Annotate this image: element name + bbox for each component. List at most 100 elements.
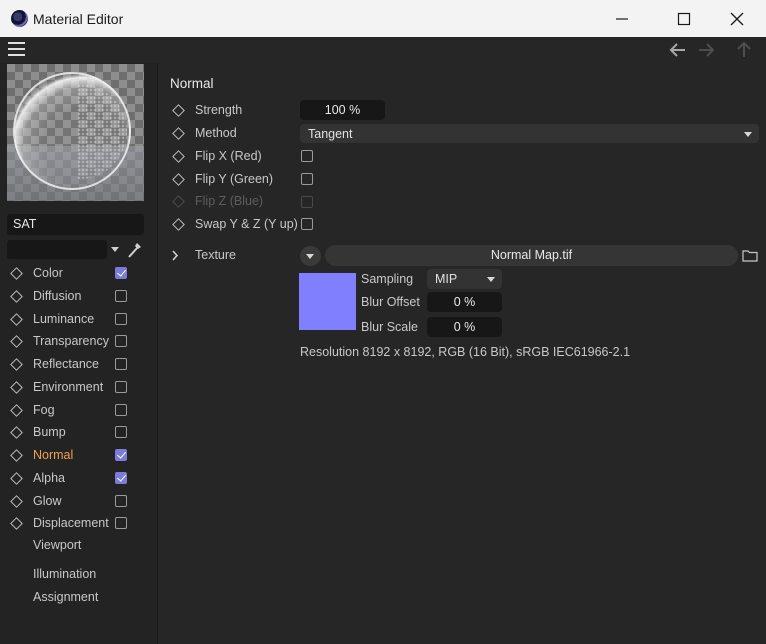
filter-dropdown-icon[interactable] — [111, 247, 119, 252]
arrow-up-icon[interactable] — [734, 40, 754, 60]
keyframe-icon[interactable] — [10, 471, 23, 485]
sidebar-item-fog[interactable]: Fog — [0, 399, 157, 421]
sidebar-item-luminance[interactable]: Luminance — [0, 308, 157, 330]
channel-filter-field[interactable] — [7, 240, 107, 259]
material-name-field[interactable]: SAT — [7, 214, 144, 235]
texture-options-button[interactable] — [300, 246, 321, 266]
hamburger-menu-icon[interactable] — [8, 42, 25, 56]
sidebar-item-label: Illumination — [33, 567, 97, 581]
method-label: Method — [195, 126, 237, 140]
keyframe-icon[interactable] — [10, 358, 23, 371]
channel-enable-checkbox[interactable] — [115, 471, 127, 484]
blur-offset-input[interactable]: 0 % — [427, 292, 502, 312]
channel-enable-checkbox[interactable] — [115, 312, 127, 325]
sampling-label: Sampling — [361, 272, 414, 286]
texture-file-button[interactable]: Normal Map.tif — [325, 245, 738, 266]
sidebar-item-label: Transparency — [33, 334, 109, 349]
sampling-dropdown[interactable]: MIP — [427, 269, 502, 289]
method-value: Tangent — [308, 127, 353, 141]
sidebar-item-label: Displacement — [33, 516, 109, 531]
folder-icon[interactable] — [742, 249, 758, 262]
strength-input[interactable]: 100 % — [300, 100, 385, 120]
flip-y-checkbox[interactable] — [301, 173, 313, 185]
keyframe-icon[interactable] — [172, 173, 185, 186]
strength-row: Strength — [166, 99, 766, 121]
keyframe-icon[interactable] — [172, 218, 185, 231]
minimize-button[interactable] — [600, 6, 644, 32]
toolbar — [0, 37, 766, 63]
channel-sidebar: SAT Color Diffusion Luminance Transparency R… — [0, 63, 158, 644]
flip-y-row: Flip Y (Green) — [166, 168, 766, 190]
sampling-value: MIP — [435, 272, 458, 286]
keyframe-icon[interactable] — [10, 267, 23, 280]
sidebar-item-assignment[interactable]: Assignment — [0, 586, 157, 608]
keyframe-icon[interactable] — [10, 289, 23, 303]
arrow-back-icon[interactable] — [668, 40, 688, 60]
swap-yz-checkbox[interactable] — [301, 218, 313, 230]
sidebar-item-label: Normal — [33, 448, 74, 462]
eyedropper-icon[interactable] — [126, 240, 144, 260]
keyframe-icon[interactable] — [10, 517, 23, 531]
channel-enable-checkbox[interactable] — [115, 358, 127, 370]
channel-enable-checkbox[interactable] — [115, 494, 127, 507]
sidebar-item-displacement[interactable]: Displacement — [0, 512, 157, 534]
texture-preview-swatch[interactable] — [299, 273, 356, 330]
channel-enable-checkbox[interactable] — [115, 380, 127, 393]
sidebar-item-label: Environment — [33, 379, 104, 394]
flip-z-row: Flip Z (Blue) — [166, 190, 766, 212]
keyframe-icon[interactable] — [10, 449, 23, 462]
sidebar-item-diffusion[interactable]: Diffusion — [0, 285, 157, 307]
channel-enable-checkbox[interactable] — [115, 267, 127, 279]
swap-yz-label: Swap Y & Z (Y up) — [195, 217, 298, 231]
sidebar-item-normal[interactable]: Normal — [0, 444, 157, 466]
material-editor-window: Material Editor SAT Color Diffusion Lumi… — [0, 0, 766, 644]
keyframe-icon[interactable] — [172, 150, 185, 163]
sidebar-item-reflectance[interactable]: Reflectance — [0, 353, 157, 375]
channel-enable-checkbox[interactable] — [115, 289, 127, 302]
keyframe-icon[interactable] — [10, 380, 23, 394]
chevron-down-icon — [306, 254, 314, 259]
sidebar-item-label: Viewport — [33, 538, 82, 552]
sidebar-item-label: Color — [33, 266, 63, 280]
close-icon — [730, 12, 744, 26]
sidebar-item-viewport[interactable]: Viewport — [0, 534, 157, 556]
app-logo-icon — [11, 10, 28, 27]
sidebar-item-color[interactable]: Color — [0, 262, 157, 284]
material-preview[interactable] — [7, 64, 144, 201]
sidebar-item-transparency[interactable]: Transparency — [0, 330, 157, 352]
chevron-right-icon[interactable] — [171, 250, 179, 261]
keyframe-icon[interactable] — [172, 127, 185, 140]
sidebar-item-bump[interactable]: Bump — [0, 421, 157, 443]
sidebar-item-label: Bump — [33, 425, 66, 440]
minimize-icon — [616, 18, 628, 20]
keyframe-icon[interactable] — [10, 403, 23, 417]
channel-enable-checkbox[interactable] — [115, 426, 127, 439]
maximize-button[interactable] — [662, 6, 706, 32]
flip-x-label: Flip X (Red) — [195, 149, 262, 163]
keyframe-icon[interactable] — [10, 312, 23, 326]
section-title: Normal — [170, 76, 214, 91]
channel-enable-checkbox[interactable] — [115, 335, 127, 348]
strength-label: Strength — [195, 103, 243, 117]
channel-enable-checkbox[interactable] — [115, 449, 127, 461]
flip-x-checkbox[interactable] — [301, 150, 313, 162]
chevron-down-icon — [487, 277, 495, 282]
close-button[interactable] — [715, 6, 759, 32]
keyframe-icon[interactable] — [10, 494, 23, 508]
keyframe-icon[interactable] — [10, 426, 23, 440]
keyframe-icon[interactable] — [10, 335, 23, 349]
texture-label: Texture — [195, 248, 236, 262]
arrow-forward-icon[interactable] — [696, 40, 716, 60]
sidebar-item-environment[interactable]: Environment — [0, 376, 157, 398]
channel-enable-checkbox[interactable] — [115, 517, 127, 530]
method-dropdown[interactable]: Tangent — [300, 124, 759, 143]
sidebar-item-alpha[interactable]: Alpha — [0, 467, 157, 489]
blur-scale-input[interactable]: 0 % — [427, 317, 502, 337]
sidebar-item-label: Alpha — [33, 470, 65, 485]
blur-offset-label: Blur Offset — [361, 295, 420, 309]
maximize-icon — [677, 12, 691, 26]
channel-enable-checkbox[interactable] — [115, 403, 127, 416]
sidebar-item-illumination[interactable]: Illumination — [0, 563, 157, 585]
sidebar-item-glow[interactable]: Glow — [0, 490, 157, 512]
keyframe-icon[interactable] — [172, 104, 185, 117]
